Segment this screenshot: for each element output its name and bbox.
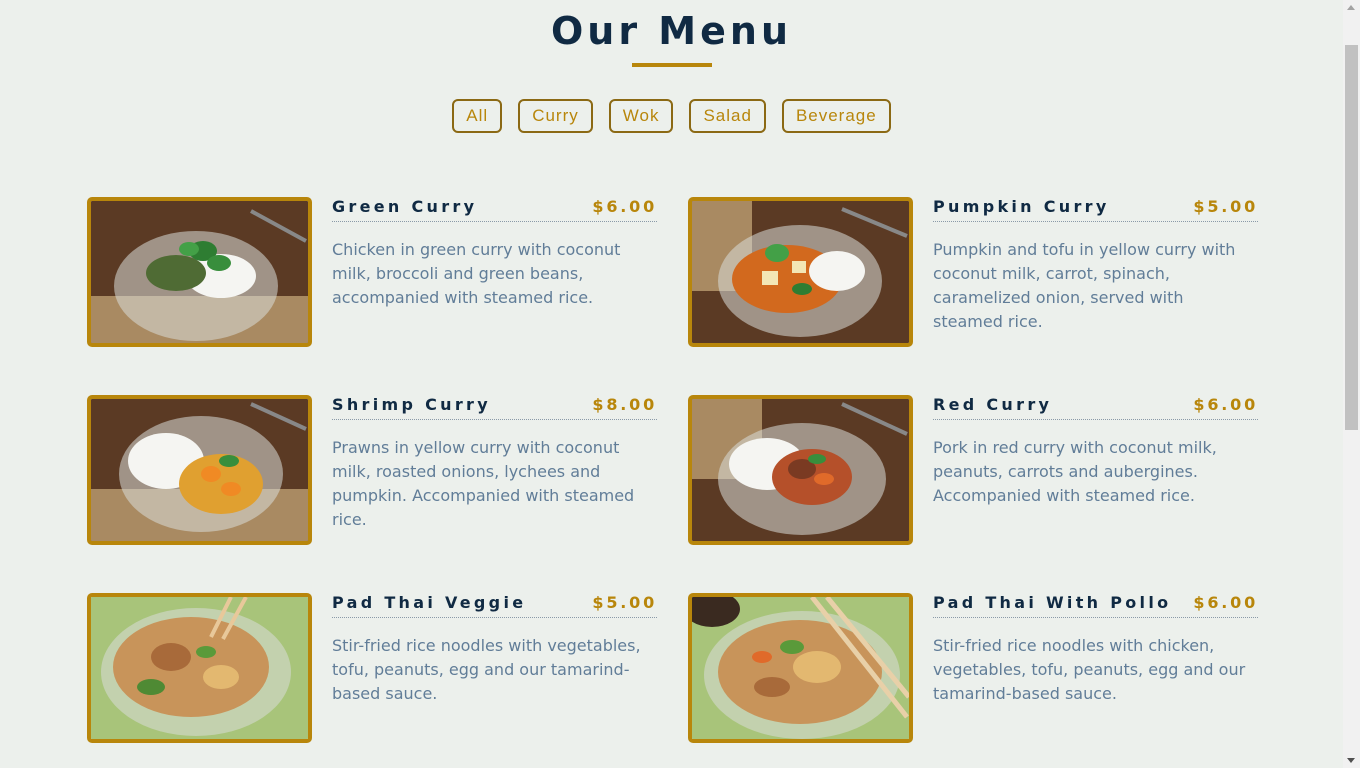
vertical-scrollbar[interactable]	[1343, 0, 1360, 768]
menu-item-photo	[87, 197, 312, 347]
menu-item: Shrimp Curry $8.00 Prawns in yellow curr…	[87, 395, 659, 547]
menu-item-price: $6.00	[1193, 593, 1258, 612]
menu-item-price: $6.00	[1193, 395, 1258, 414]
menu-item-header: Shrimp Curry $8.00	[332, 395, 657, 420]
menu-item-header: Pumpkin Curry $5.00	[933, 197, 1258, 222]
menu-item-price: $5.00	[1193, 197, 1258, 216]
menu-item-name: Green Curry	[332, 197, 478, 216]
menu-item-price: $5.00	[592, 593, 657, 612]
menu-item-header: Pad Thai With Pollo $6.00	[933, 593, 1258, 618]
menu-item-description: Pork in red curry with coconut milk, pea…	[933, 438, 1217, 505]
menu-item-info: Pumpkin Curry $5.00 Pumpkin and tofu in …	[933, 197, 1258, 334]
menu-item-description: Chicken in green curry with coconut milk…	[332, 240, 621, 307]
scrollbar-thumb[interactable]	[1345, 45, 1358, 430]
menu-item-description: Pumpkin and tofu in yellow curry with co…	[933, 240, 1236, 331]
title-underline	[632, 63, 712, 67]
menu-item-photo	[688, 197, 913, 347]
menu-item-header: Pad Thai Veggie $5.00	[332, 593, 657, 618]
scroll-up-icon[interactable]	[1347, 5, 1355, 10]
menu-item: Red Curry $6.00 Pork in red curry with c…	[688, 395, 1260, 547]
menu-item-price: $6.00	[592, 197, 657, 216]
menu-item-description: Stir-fried rice noodles with vegetables,…	[332, 636, 641, 703]
menu-item-description: Stir-fried rice noodles with chicken, ve…	[933, 636, 1246, 703]
menu-item-info: Pad Thai With Pollo $6.00 Stir-fried ric…	[933, 593, 1258, 706]
menu-item-description: Prawns in yellow curry with coconut milk…	[332, 438, 635, 529]
menu-item-info: Shrimp Curry $8.00 Prawns in yellow curr…	[332, 395, 657, 532]
menu-item-header: Green Curry $6.00	[332, 197, 657, 222]
menu-item-photo	[688, 395, 913, 545]
menu-item: Pad Thai With Pollo $6.00 Stir-fried ric…	[688, 593, 1260, 745]
filter-wok-button[interactable]: Wok	[608, 99, 674, 133]
menu-item: Green Curry $6.00 Chicken in green curry…	[87, 197, 659, 349]
filter-beverage-button[interactable]: Beverage	[781, 99, 891, 133]
menu-item: Pumpkin Curry $5.00 Pumpkin and tofu in …	[688, 197, 1260, 349]
page-title: Our Menu	[550, 9, 793, 53]
menu-item-info: Pad Thai Veggie $5.00 Stir-fried rice no…	[332, 593, 657, 706]
filter-salad-button[interactable]: Salad	[689, 99, 766, 133]
menu-item-photo	[87, 395, 312, 545]
menu-item-name: Pumpkin Curry	[933, 197, 1110, 216]
menu-item-name: Red Curry	[933, 395, 1053, 414]
menu-item-photo	[688, 593, 913, 743]
menu-item-info: Green Curry $6.00 Chicken in green curry…	[332, 197, 657, 310]
menu-item-name: Pad Thai With Pollo	[933, 593, 1172, 612]
filter-bar: All Curry Wok Salad Beverage	[0, 99, 1343, 133]
menu-item-header: Red Curry $6.00	[933, 395, 1258, 420]
scroll-down-icon[interactable]	[1347, 758, 1355, 763]
menu-page: Our Menu All Curry Wok Salad Beverage Gr…	[0, 0, 1343, 768]
menu-item-name: Shrimp Curry	[332, 395, 491, 414]
menu-item-photo	[87, 593, 312, 743]
filter-curry-button[interactable]: Curry	[518, 99, 593, 133]
filter-all-button[interactable]: All	[452, 99, 503, 133]
menu-item-info: Red Curry $6.00 Pork in red curry with c…	[933, 395, 1258, 508]
menu-item-price: $8.00	[592, 395, 657, 414]
menu-item-name: Pad Thai Veggie	[332, 593, 527, 612]
menu-item: Pad Thai Veggie $5.00 Stir-fried rice no…	[87, 593, 659, 745]
